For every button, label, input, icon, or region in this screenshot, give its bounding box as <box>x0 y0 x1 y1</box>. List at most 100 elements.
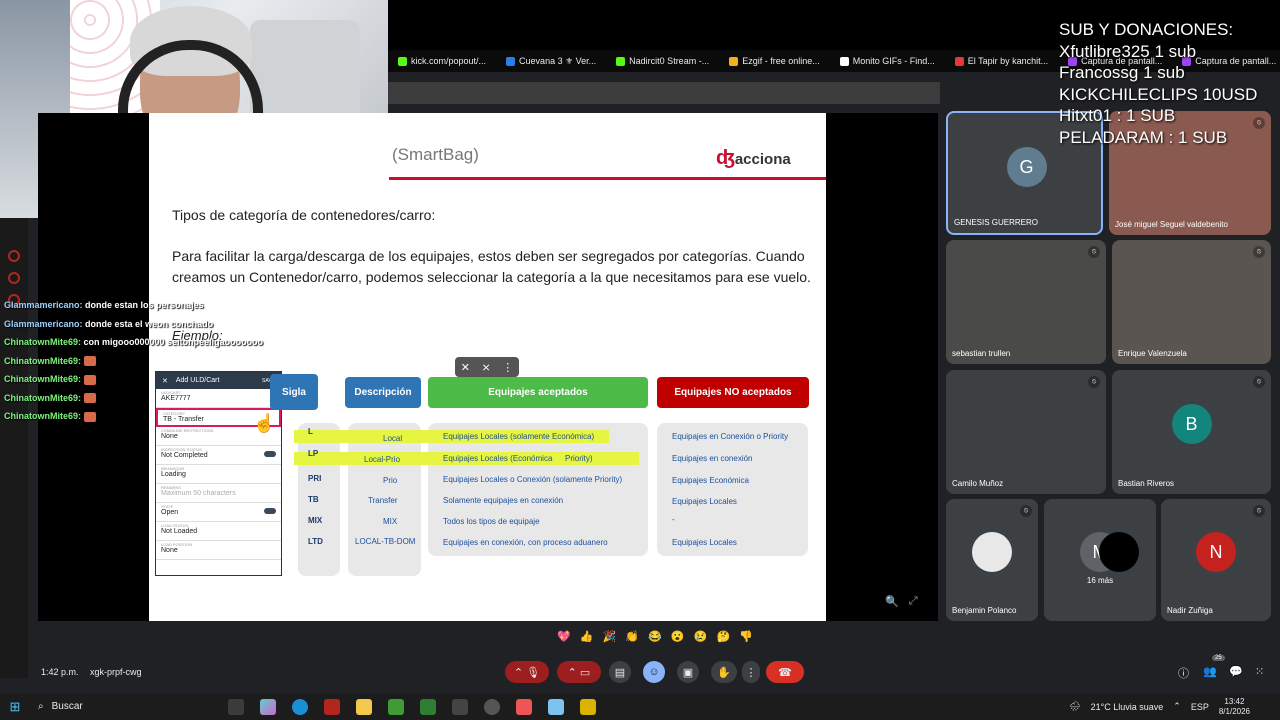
bookmark-item[interactable]: kick.com/popout/... <box>398 56 486 66</box>
participant-tile[interactable]: Enrique Valenzuela ⦸ <box>1112 240 1271 364</box>
fullscreen-icon[interactable]: ⤢ <box>909 595 918 611</box>
descripcion-cell: Local-Prio <box>364 455 401 464</box>
participant-tile[interactable]: Camilo Muñoz ⦸ <box>946 370 1106 494</box>
hand-icon: ✋ <box>717 666 731 679</box>
bookmark-favicon-icon <box>729 56 739 66</box>
participant-tile[interactable]: N Nadir Zuñiga ⦸ <box>1161 499 1271 621</box>
info-icon[interactable]: ⓘ <box>1178 665 1189 681</box>
mic-toggle-button[interactable]: ⌃ 🎙 <box>505 661 549 683</box>
language-indicator[interactable]: ESP <box>1191 702 1209 712</box>
app-icon-3[interactable] <box>452 698 468 715</box>
people-icon[interactable]: 👥 <box>1203 665 1217 678</box>
leave-call-button[interactable]: ☎ <box>766 661 804 683</box>
mute-icon[interactable]: ⨯ <box>481 361 490 374</box>
app-icon-6[interactable] <box>548 698 564 715</box>
edge-icon[interactable] <box>292 698 308 715</box>
reaction-emoji-icon[interactable]: 😂 <box>648 630 662 650</box>
participant-name: GENESIS GUERRERO <box>954 218 1039 227</box>
bookmark-item[interactable]: Cuevana 3 ⚜ Ver... <box>506 56 596 67</box>
reaction-emoji-icon[interactable]: 💖 <box>557 630 571 650</box>
zoom-icon[interactable]: 🔍 <box>885 595 899 611</box>
title-rule <box>389 177 826 180</box>
record-icon[interactable] <box>8 250 20 262</box>
participant-name: Bastian Riveros <box>1118 479 1175 488</box>
copilot-icon[interactable] <box>260 698 276 715</box>
bookmark-favicon-icon <box>616 56 626 66</box>
chat-emote-icon <box>83 411 96 422</box>
reaction-emoji-icon[interactable]: 👎 <box>739 630 753 650</box>
taskbar-clock[interactable]: 13:42 8/1/2026 <box>1219 697 1250 717</box>
descripcion-cell: Prio <box>383 476 398 485</box>
camera-toggle-button[interactable]: ⌃ ▭ <box>557 661 601 683</box>
present-icon: ▣ <box>682 666 694 679</box>
participant-name: Nadir Zuñiga <box>1167 606 1213 615</box>
app-icon-5[interactable] <box>516 698 532 715</box>
mic-muted-icon: ⦸ <box>1253 376 1265 388</box>
address-bar[interactable] <box>388 82 940 104</box>
participant-name: José miguel Seguel valdebenito <box>1115 220 1228 229</box>
chat-text: con migooo000000 seitonpeeligaooooooo <box>83 337 264 347</box>
meet-controls: 1:42 p.m. xgk-prpf-cwg ⌃ 🎙 ⌃ ▭ ▤ ☺ ▣ ✋ ⋮… <box>0 650 1280 692</box>
chat-emote-icon <box>83 374 96 385</box>
toggle-switch <box>264 451 276 457</box>
chat-username: ChinatownMite69: <box>4 411 82 421</box>
tray-chevron-icon[interactable]: ⌃ <box>1173 701 1181 712</box>
app-icon-2[interactable] <box>420 698 436 715</box>
emoji-button[interactable]: ☺ <box>643 661 665 683</box>
app-field: LOAD POSITION None <box>156 541 281 560</box>
timer-icon[interactable] <box>8 272 20 284</box>
captions-button[interactable]: ▤ <box>609 661 631 683</box>
sigla-cell: LTD <box>308 537 323 546</box>
sigla-cell: MIX <box>308 516 323 525</box>
bookmark-favicon-icon <box>398 56 407 66</box>
chat-icon[interactable]: 💬 <box>1229 665 1243 678</box>
left-rail <box>0 218 28 678</box>
slide-view-controls[interactable]: 🔍 ⤢ <box>885 595 931 611</box>
raise-hand-button[interactable]: ✋ <box>711 661 737 683</box>
chat-message: ChinatownMite69: <box>4 393 304 412</box>
app-field-value: None <box>161 433 178 440</box>
reaction-bar[interactable]: 💖 👍 🎉 👏 😂 😮 😢 🤔 👎 <box>557 630 753 650</box>
more-options-button[interactable]: ⋮ <box>742 661 760 683</box>
sigla-cell: LP <box>308 449 319 458</box>
reaction-emoji-icon[interactable]: 😢 <box>694 630 708 650</box>
more-icon[interactable]: ⋮ <box>502 361 513 374</box>
participant-tile[interactable]: Benjamin Polanco ⦸ <box>946 499 1038 621</box>
descripcion-cell: Local <box>383 434 403 443</box>
task-view-icon[interactable] <box>228 698 244 715</box>
no-aceptados-cell: Equipajes en Conexión o Priority <box>672 432 789 441</box>
clock-date: 8/1/2026 <box>1218 706 1250 716</box>
taskbar-search[interactable]: ⌕ Buscar <box>30 701 220 712</box>
file-explorer-icon[interactable] <box>356 698 372 715</box>
donation-entry: PELADARAM : 1 SUB <box>1059 127 1228 147</box>
chat-message: Glammamericano: donde esta el weon conch… <box>4 319 304 338</box>
bookmark-item[interactable]: El Tapir by kanchit... <box>954 56 1049 66</box>
bookmark-item[interactable]: Nadircit0 Stream -... <box>616 56 709 66</box>
toggle-switch <box>264 508 276 514</box>
bookmark-item[interactable]: Ezgif - free online... <box>729 56 820 66</box>
reaction-emoji-icon[interactable]: 👍 <box>580 630 594 650</box>
participant-tile[interactable]: B Bastian Riveros ⦸ <box>1112 370 1271 494</box>
bookmark-label: Monito GIFs - Find... <box>852 56 935 66</box>
reaction-emoji-icon[interactable]: 😮 <box>671 630 685 650</box>
bookmark-label: El Tapir by kanchit... <box>967 56 1049 66</box>
chat-message: ChinatownMite69: <box>4 356 304 375</box>
reaction-emoji-icon[interactable]: 🤔 <box>716 630 730 650</box>
reaction-emoji-icon[interactable]: 👏 <box>625 630 639 650</box>
participant-tile[interactable]: sebastian trullen ⦸ <box>946 240 1106 364</box>
app-icon-7[interactable] <box>580 698 596 715</box>
present-button[interactable]: ▣ <box>677 661 699 683</box>
windows-start-icon[interactable]: ⊞ <box>0 699 30 715</box>
participant-tile[interactable]: M16 más <box>1044 499 1156 621</box>
descripcion-cell: Transfer <box>368 496 398 505</box>
chat-message: ChinatownMite69: <box>4 411 304 430</box>
app-icon-1[interactable] <box>388 698 404 715</box>
app-icon-4[interactable] <box>484 698 500 715</box>
opera-icon[interactable] <box>324 698 340 715</box>
bookmark-favicon-icon <box>954 56 964 66</box>
bookmark-item[interactable]: Monito GIFs - Find... <box>839 56 935 66</box>
pin-off-icon[interactable]: ✕ <box>461 361 470 374</box>
reaction-emoji-icon[interactable]: 🎉 <box>603 630 617 650</box>
slide-floating-toolbar[interactable]: ✕ ⨯ ⋮ <box>455 357 519 377</box>
activities-icon[interactable]: ⁙ <box>1255 665 1264 678</box>
